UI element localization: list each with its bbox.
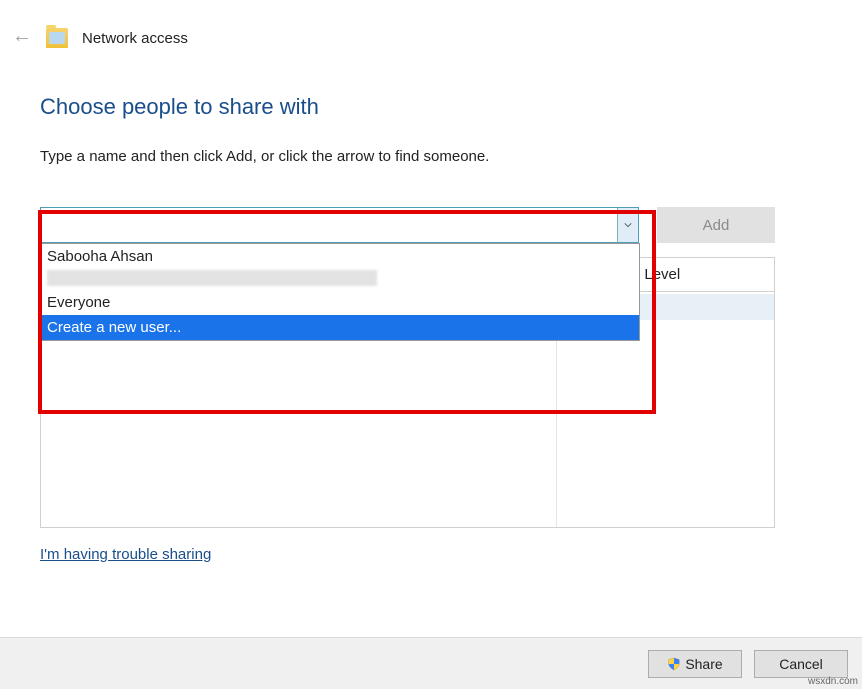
share-button-label: Share [685,656,722,672]
chevron-down-icon [624,222,632,228]
cancel-button[interactable]: Cancel [754,650,848,678]
uac-shield-icon [667,657,681,671]
watermark: wsxdn.com [808,676,858,687]
people-input[interactable] [40,207,639,243]
share-button[interactable]: Share [648,650,742,678]
back-arrow-icon[interactable]: ← [12,26,32,46]
dialog-footer: Share Cancel [0,637,862,689]
instruction-text: Type a name and then click Add, or click… [40,148,822,165]
dropdown-item-everyone[interactable]: Everyone [41,290,639,315]
trouble-sharing-link[interactable]: I'm having trouble sharing [40,546,211,563]
combo-dropdown-button[interactable] [617,207,639,243]
dropdown-item-user[interactable]: Sabooha Ahsan [41,244,639,269]
dropdown-item-create-user[interactable]: Create a new user... [41,315,639,340]
header-bar: ← Network access [0,0,862,58]
window-title: Network access [82,30,188,47]
dropdown-item-label: Sabooha Ahsan [47,248,153,265]
dropdown-item-label: Create a new user... [47,319,181,336]
add-button[interactable]: Add [657,207,775,243]
dropdown-item-label: Everyone [47,294,110,311]
page-heading: Choose people to share with [40,94,822,120]
people-dropdown: Sabooha Ahsan Everyone Create a new user… [40,243,640,341]
people-combo[interactable]: Sabooha Ahsan Everyone Create a new user… [40,207,639,243]
network-folder-icon [46,28,68,48]
add-people-row: Sabooha Ahsan Everyone Create a new user… [40,207,775,243]
redacted-email [47,270,377,286]
dropdown-item-user-email[interactable] [41,269,639,290]
